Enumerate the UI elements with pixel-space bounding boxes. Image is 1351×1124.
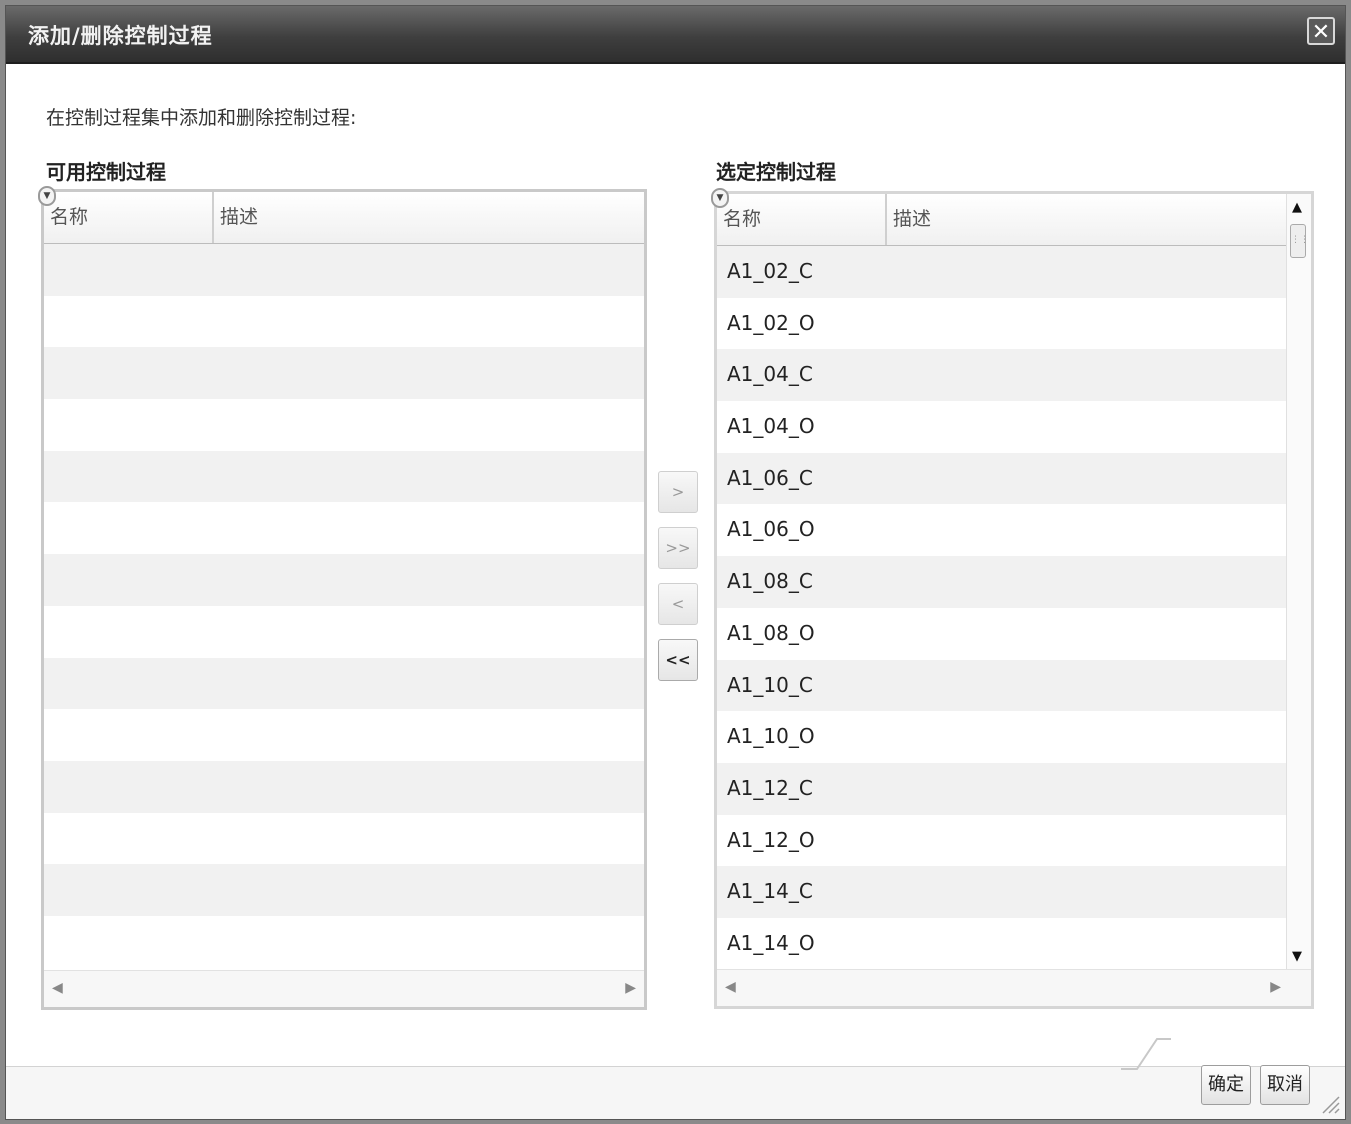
cell-name: A1_08_C [727, 569, 813, 594]
available-horizontal-scrollbar[interactable]: ◀ ▶ [44, 970, 644, 1007]
column-header-name[interactable]: 名称 [44, 192, 214, 243]
empty-row [44, 554, 644, 606]
instruction-text: 在控制过程集中添加和删除控制过程: [46, 107, 357, 129]
cell-name: A1_06_O [727, 517, 815, 542]
selected-vertical-scrollbar[interactable]: ▲ ⋮⋮ ▼ [1286, 194, 1311, 970]
column-header-description[interactable]: 描述 [887, 194, 937, 245]
cell-name: A1_10_O [727, 724, 815, 749]
dialog-title: 添加/删除控制过程 [28, 24, 213, 48]
selected-grid-header: 名称 描述 [717, 194, 1287, 247]
cell-name: A1_06_C [727, 465, 813, 490]
empty-row [44, 915, 644, 968]
table-row[interactable]: A1_08_O [717, 607, 1287, 660]
empty-row [44, 502, 644, 555]
empty-row [44, 864, 644, 916]
empty-row [44, 709, 644, 761]
dialog-footer: 确定 取消 [6, 1038, 1345, 1119]
add-all-button[interactable]: >> [658, 527, 698, 569]
column-menu-icon[interactable]: ▼ [38, 186, 56, 206]
remove-all-button[interactable]: << [658, 639, 698, 681]
scroll-down-icon[interactable]: ▼ [1292, 949, 1302, 964]
table-row[interactable]: A1_02_O [717, 297, 1287, 350]
add-remove-control-process-dialog: 添加/删除控制过程 ✕ 在控制过程集中添加和删除控制过程: 可用控制过程 名称 … [5, 5, 1346, 1120]
table-row[interactable]: A1_06_C [717, 452, 1287, 505]
empty-row [44, 450, 644, 503]
cell-name: A1_10_C [727, 672, 813, 697]
selected-rows: A1_02_C A1_02_O A1_04_C A1_04_O A1_06_C A1_06… [717, 246, 1287, 970]
selected-list-label: 选定控制过程 [716, 160, 836, 184]
available-grid: 名称 描述 ▼ ◀ ▶ [38, 186, 647, 1010]
empty-row [44, 244, 644, 296]
table-row[interactable]: A1_04_O [717, 401, 1287, 453]
add-selected-button[interactable]: > [658, 471, 698, 513]
empty-row [44, 760, 644, 813]
empty-row [44, 347, 644, 400]
scroll-right-icon[interactable]: ▶ [625, 980, 636, 996]
footer-divider-decoration [1121, 1038, 1171, 1070]
table-row[interactable]: A1_14_C [717, 866, 1287, 918]
cell-name: A1_12_O [727, 827, 815, 852]
available-rows [44, 244, 644, 968]
cell-name: A1_08_O [727, 620, 815, 645]
table-row[interactable]: A1_10_O [717, 711, 1287, 763]
empty-row [44, 295, 644, 348]
cell-name: A1_04_O [727, 414, 815, 439]
column-menu-icon[interactable]: ▼ [711, 188, 729, 208]
available-list-label: 可用控制过程 [46, 160, 166, 184]
remove-selected-button[interactable]: < [658, 583, 698, 625]
scroll-thumb[interactable]: ⋮⋮ [1290, 224, 1309, 258]
cancel-button[interactable]: 取消 [1260, 1065, 1310, 1105]
column-header-description[interactable]: 描述 [214, 192, 264, 243]
table-row[interactable]: A1_04_C [717, 349, 1287, 402]
column-header-name[interactable]: 名称 [717, 194, 887, 245]
table-row[interactable]: A1_12_O [717, 814, 1287, 867]
cell-name: A1_02_C [727, 259, 813, 283]
table-row[interactable]: A1_06_O [717, 504, 1287, 557]
table-row[interactable]: A1_10_C [717, 659, 1287, 712]
scroll-left-icon[interactable]: ◀ [52, 980, 63, 996]
scroll-right-icon[interactable]: ▶ [1270, 979, 1281, 995]
table-row[interactable]: A1_14_O [717, 917, 1287, 970]
cell-name: A1_04_C [727, 362, 813, 387]
resize-grip-icon[interactable] [1319, 1093, 1341, 1115]
table-row[interactable]: A1_02_C [717, 246, 1287, 298]
cell-name: A1_12_C [727, 775, 813, 800]
selected-grid: 名称 描述 ▼ A1_02_C A1_02_O A1_04_C A1_04_O A1_0… [711, 188, 1314, 1009]
empty-row [44, 812, 644, 865]
cell-name: A1_02_O [727, 310, 815, 335]
dialog-titlebar[interactable]: 添加/删除控制过程 ✕ [6, 6, 1345, 64]
close-icon: ✕ [1311, 20, 1331, 45]
table-row[interactable]: A1_12_C [717, 762, 1287, 815]
empty-row [44, 657, 644, 710]
scroll-up-icon[interactable]: ▲ [1292, 200, 1302, 215]
scroll-left-icon[interactable]: ◀ [725, 979, 736, 995]
available-grid-header: 名称 描述 [44, 192, 644, 245]
cell-name: A1_14_O [727, 930, 815, 955]
empty-row [44, 605, 644, 658]
ok-button[interactable]: 确定 [1201, 1065, 1251, 1105]
table-row[interactable]: A1_08_C [717, 556, 1287, 608]
empty-row [44, 399, 644, 451]
cell-name: A1_14_C [727, 879, 813, 904]
selected-horizontal-scrollbar[interactable]: ◀ ▶ [717, 969, 1311, 1006]
close-button[interactable]: ✕ [1307, 17, 1335, 45]
